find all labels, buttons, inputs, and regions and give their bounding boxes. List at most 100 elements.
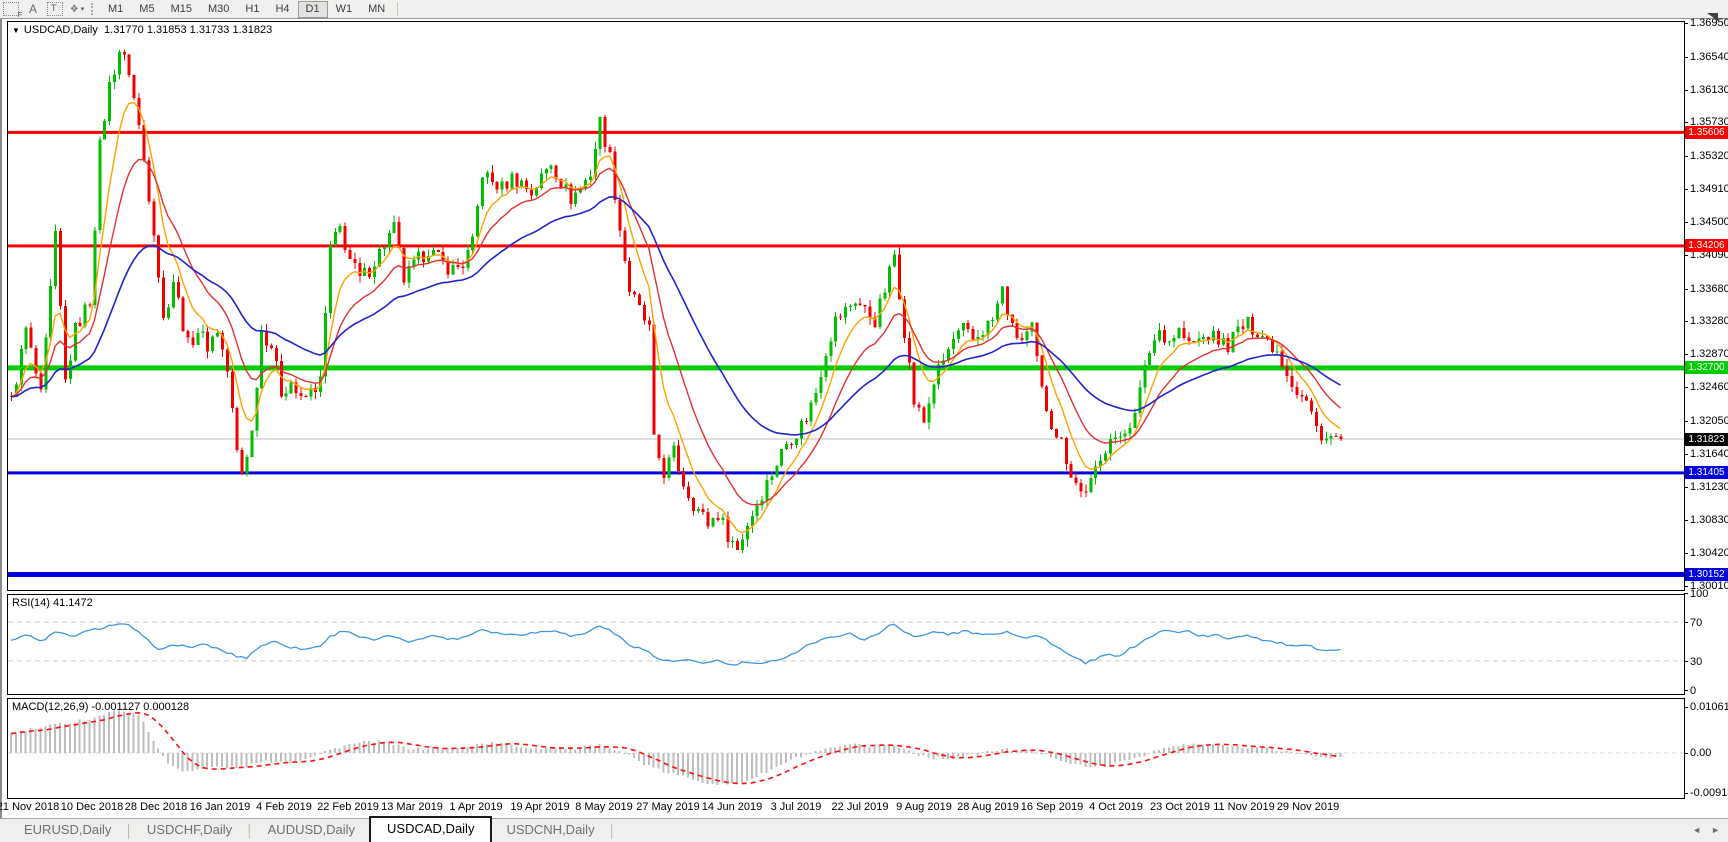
timeframe-button-d1[interactable]: D1 — [298, 1, 328, 18]
tab-usdcad[interactable]: USDCAD,Daily — [369, 816, 492, 842]
ohlc-values: 1.31770 1.31853 1.31733 1.31823 — [104, 24, 272, 36]
date-axis-label: 13 Mar 2019 — [381, 801, 443, 813]
price-axis-tick — [1684, 454, 1688, 455]
main-chart-panel[interactable] — [7, 21, 1685, 591]
price-axis-tick — [1684, 90, 1688, 91]
date-axis-label: 21 Nov 2018 — [0, 801, 59, 813]
price-axis-label: 1.34500 — [1690, 216, 1728, 228]
price-axis-tick — [1684, 387, 1688, 388]
text-label-icon: A — [29, 2, 37, 16]
chart-tabs-bar: EURUSD,Daily│USDCHF,Daily│AUDUSD,DailyUS… — [0, 818, 1728, 842]
price-axis-tick — [1684, 487, 1688, 488]
text-tool-icon: T — [47, 2, 63, 16]
current-price-label: 1.31823 — [1685, 433, 1728, 446]
rsi-panel[interactable] — [7, 594, 1685, 695]
price-axis-label: 1.30420 — [1690, 547, 1728, 559]
symbol-collapse-icon[interactable]: ▼ — [12, 26, 20, 35]
price-axis-tick — [1684, 289, 1688, 290]
price-axis-tick — [1684, 520, 1688, 521]
price-axis-label: 1.30830 — [1690, 514, 1728, 526]
arrows-tool-button[interactable]: ❖ ▾ — [67, 2, 87, 17]
macd-panel[interactable] — [7, 698, 1685, 799]
price-axis-label: 1.32870 — [1690, 348, 1728, 360]
rsi-axis-tick — [1684, 661, 1688, 662]
tab-separator: │ — [609, 824, 617, 838]
price-axis-label: 1.35320 — [1690, 150, 1728, 162]
toolbar-grip-handle[interactable] — [91, 3, 95, 15]
tab-separator: │ — [125, 824, 133, 838]
price-line-label-1.31405: 1.31405 — [1685, 466, 1728, 479]
price-axis-tick — [1684, 421, 1688, 422]
price-axis-tick — [1684, 553, 1688, 554]
macd-axis-tick — [1684, 753, 1688, 754]
price-axis-tick — [1684, 321, 1688, 322]
price-axis-label: 1.36130 — [1690, 84, 1728, 96]
price-axis-tick — [1684, 156, 1688, 157]
fibonacci-tool-button[interactable]: F — [1, 2, 21, 17]
price-axis-tick — [1684, 23, 1688, 24]
symbol-header[interactable]: ▼USDCAD,Daily 1.31770 1.31853 1.31733 1.… — [12, 24, 272, 36]
rsi-axis-label: 0 — [1690, 685, 1696, 697]
chart-shift-marker[interactable] — [1707, 13, 1718, 21]
timeframe-button-mn[interactable]: MN — [360, 1, 393, 18]
rsi-axis-tick — [1684, 690, 1688, 691]
price-axis-label: 1.32460 — [1690, 381, 1728, 393]
tab-audusd[interactable]: AUDUSD,Daily — [254, 818, 369, 842]
date-axis-label: 22 Feb 2019 — [317, 801, 379, 813]
date-axis-label: 8 May 2019 — [575, 801, 632, 813]
rsi-axis-label: 100 — [1690, 588, 1708, 600]
rsi-indicator-label: RSI(14) 41.1472 — [12, 597, 93, 609]
tab-separator: │ — [246, 824, 254, 838]
date-axis-label: 27 May 2019 — [636, 801, 700, 813]
macd-axis-label: 0.010615 — [1690, 701, 1728, 713]
price-axis-tick — [1684, 255, 1688, 256]
window-left-border — [0, 19, 2, 818]
tab-usdchf[interactable]: USDCHF,Daily — [133, 818, 246, 842]
date-axis-label: 16 Sep 2019 — [1021, 801, 1083, 813]
timeframe-button-h4[interactable]: H4 — [267, 1, 297, 18]
timeframe-button-m1[interactable]: M1 — [100, 1, 131, 18]
date-axis-label: 9 Aug 2019 — [896, 801, 952, 813]
price-line-label-1.30152: 1.30152 — [1685, 568, 1728, 581]
macd-axis-tick — [1684, 707, 1688, 708]
timeframe-button-h1[interactable]: H1 — [237, 1, 267, 18]
timeframe-button-w1[interactable]: W1 — [328, 1, 361, 18]
tab-usdcnh[interactable]: USDCNH,Daily — [492, 818, 608, 842]
date-axis-label: 19 Apr 2019 — [510, 801, 569, 813]
macd-indicator-label: MACD(12,26,9) -0.001127 0.000128 — [12, 701, 189, 713]
arrows-dropdown-caret-icon[interactable]: ▾ — [81, 5, 85, 13]
price-axis-tick — [1684, 222, 1688, 223]
rsi-axis-label: 70 — [1690, 617, 1702, 629]
price-axis-label: 1.31640 — [1690, 448, 1728, 460]
timeframe-button-m15[interactable]: M15 — [163, 1, 200, 18]
price-axis-label: 1.33280 — [1690, 315, 1728, 327]
macd-axis-label: -0.009181 — [1690, 787, 1728, 799]
price-axis-label: 1.32050 — [1690, 415, 1728, 427]
top-toolbar: F A T ❖ ▾ M1M5M15M30H1H4D1W1MN — [0, 0, 1728, 19]
text-label-tool-button[interactable]: A — [23, 2, 43, 17]
price-line-label-1.34206: 1.34206 — [1685, 239, 1728, 252]
date-axis-label: 3 Jul 2019 — [771, 801, 822, 813]
date-axis-label: 23 Oct 2019 — [1150, 801, 1210, 813]
price-axis-label: 1.36540 — [1690, 51, 1728, 63]
price-axis-tick — [1684, 354, 1688, 355]
date-axis-label: 10 Dec 2018 — [61, 801, 123, 813]
price-axis-label: 1.34910 — [1690, 183, 1728, 195]
tabs-scroll-right-icon[interactable]: ► — [1711, 825, 1720, 835]
date-axis-label: 4 Feb 2019 — [256, 801, 312, 813]
fibonacci-tool-icon: F — [3, 2, 19, 16]
date-axis-label: 28 Dec 2018 — [125, 801, 187, 813]
price-axis-label: 1.31230 — [1690, 481, 1728, 493]
timeframe-button-group: M1M5M15M30H1H4D1W1MN — [100, 1, 393, 18]
date-axis-label: 4 Oct 2019 — [1089, 801, 1143, 813]
price-axis-tick — [1684, 122, 1688, 123]
text-tool-button[interactable]: T — [45, 2, 65, 17]
date-axis-label: 16 Jan 2019 — [190, 801, 251, 813]
tabs-scroll-left-icon[interactable]: ◄ — [1692, 825, 1701, 835]
date-axis-label: 29 Nov 2019 — [1277, 801, 1339, 813]
timeframe-button-m30[interactable]: M30 — [200, 1, 237, 18]
timeframe-button-m5[interactable]: M5 — [131, 1, 162, 18]
rsi-axis-tick — [1684, 622, 1688, 623]
price-axis-tick — [1684, 189, 1688, 190]
tab-eurusd[interactable]: EURUSD,Daily — [10, 818, 125, 842]
